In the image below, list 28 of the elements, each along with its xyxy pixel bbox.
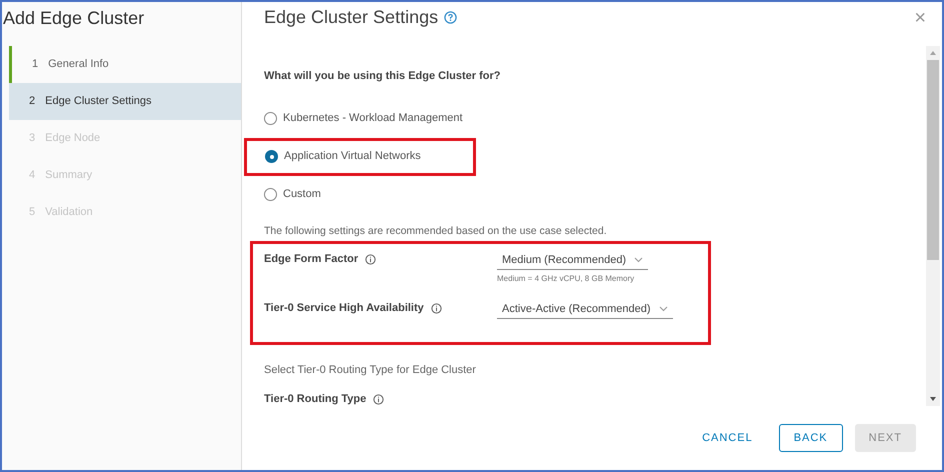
question-text: What will you be using this Edge Cluster for? <box>264 69 502 84</box>
help-icon[interactable] <box>444 11 458 24</box>
radio-button[interactable] <box>264 188 277 201</box>
recommendation-note: The following settings are recommended based on the use case selected. <box>264 224 608 238</box>
caret-icon <box>634 256 644 263</box>
radio-button[interactable] <box>265 150 278 163</box>
caret-icon <box>658 306 668 312</box>
radio-option[interactable]: Application Virtual Networks <box>265 148 421 165</box>
hint-text: Medium = 4 GHz vCPU, 8 GB Memory <box>497 273 636 286</box>
scrollbar[interactable] <box>926 46 940 406</box>
info-icon[interactable] <box>365 254 376 265</box>
radio-option[interactable]: Kubernetes - Workload Management <box>264 110 463 127</box>
wizard-button[interactable]: CANCEL <box>688 424 767 452</box>
radio-option[interactable]: Custom <box>264 186 321 203</box>
setting-label: Tier-0 Routing Type <box>264 392 366 407</box>
wizard-button[interactable]: BACK <box>778 424 843 452</box>
radio-button[interactable] <box>264 112 277 125</box>
setting-label: Tier-0 Service High Availability <box>264 301 424 316</box>
select-field[interactable]: Active-Active (Recommended) <box>497 299 673 320</box>
info-icon[interactable] <box>430 302 442 314</box>
info-icon[interactable] <box>373 394 384 404</box>
close-button[interactable]: × <box>914 8 926 28</box>
wizard-step[interactable]: 2 Edge Cluster Settings <box>9 83 241 120</box>
page-title: Edge Cluster Settings <box>264 6 438 29</box>
routing-note: Select Tier-0 Routing Type for Edge Cluster <box>264 363 477 378</box>
setting-label: Edge Form Factor <box>264 252 358 267</box>
select-field[interactable]: Medium (Recommended) <box>497 250 648 270</box>
wizard-title: Add Edge Cluster <box>2 7 146 30</box>
